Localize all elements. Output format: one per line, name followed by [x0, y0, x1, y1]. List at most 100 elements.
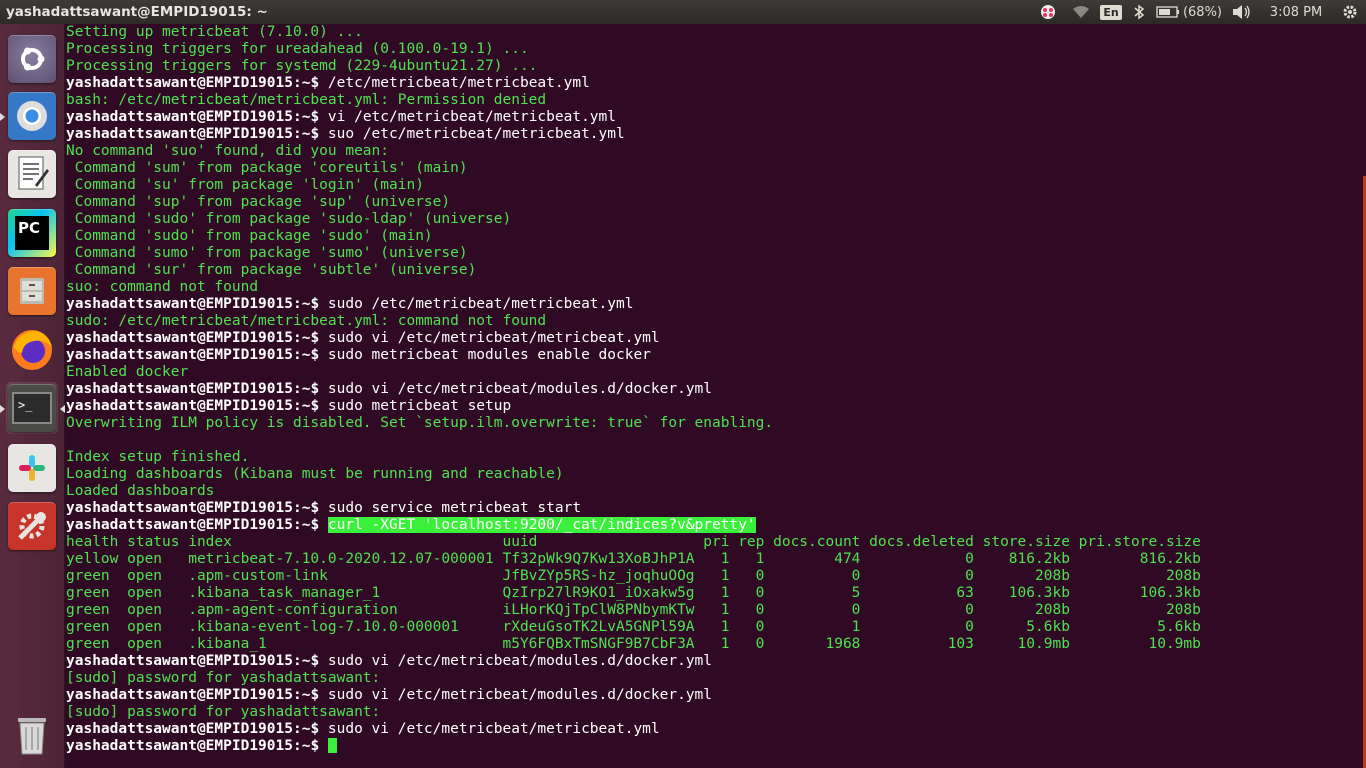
terminal-output-line: Loading dashboards (Kibana must be runni… [66, 466, 564, 482]
prompt-symbol: :~$ [292, 500, 328, 516]
launcher-slack[interactable] [6, 442, 58, 494]
terminal-output-line: Command 'sur' from package 'subtle' (uni… [66, 262, 477, 278]
battery-percent: (68%) [1182, 4, 1223, 20]
terminal-prompt-line: yashadattsawant@EMPID19015:~$ /etc/metri… [66, 75, 1201, 92]
prompt-user: yashadattsawant@EMPID19015 [66, 687, 293, 703]
command-text: sudo /etc/metricbeat/metricbeat.yml [327, 296, 634, 312]
terminal-output-line: green open .kibana_1 m5Y6FQBxTmSNGF9B7Cb… [66, 636, 1201, 652]
terminal-output-line: Command 'sudo' from package 'sudo-ldap' … [66, 211, 512, 227]
command-text: sudo vi /etc/metricbeat/metricbeat.yml [327, 330, 660, 346]
terminal-prompt-line: yashadattsawant@EMPID19015:~$ sudo metri… [66, 398, 1201, 415]
highlighted-command[interactable]: curl -XGET 'localhost:9200/_cat/indices?… [327, 517, 756, 533]
prompt-symbol: :~$ [292, 653, 328, 669]
terminal-cursor [327, 738, 337, 753]
window-title: yashadattsawant@EMPID19015: ~ [6, 4, 268, 20]
launcher-files[interactable] [6, 265, 58, 317]
battery-indicator[interactable]: (68%) [1152, 0, 1226, 24]
command-text: sudo service metricbeat start [327, 500, 582, 516]
wifi-icon[interactable] [1066, 0, 1096, 24]
launcher-terminal[interactable]: >_ [0, 382, 65, 434]
prompt-user: yashadattsawant@EMPID19015 [66, 126, 293, 142]
running-indicator [0, 113, 5, 121]
terminal-output-line: yellow open metricbeat-7.10.0-2020.12.07… [66, 551, 1201, 567]
command-text: sudo vi /etc/metricbeat/modules.d/docker… [327, 381, 713, 397]
command-text: sudo metricbeat setup [327, 398, 512, 414]
command-text: sudo vi /etc/metricbeat/modules.d/docker… [327, 687, 713, 703]
ubuntu-logo-icon [8, 35, 56, 83]
bluetooth-icon[interactable] [1126, 0, 1152, 24]
terminal-prompt-line: yashadattsawant@EMPID19015:~$ curl -XGET… [66, 517, 1201, 534]
command-text: /etc/metricbeat/metricbeat.yml [327, 75, 590, 91]
terminal-output-line: Index setup finished. [66, 449, 250, 465]
terminal-output-line: Processing triggers for systemd (229-4ub… [66, 58, 538, 74]
launcher-text-editor[interactable] [6, 148, 58, 200]
terminal-output-line: Command 'su' from package 'login' (main) [66, 177, 424, 193]
terminal-window[interactable]: Setting up metricbeat (7.10.0) ... Proces… [65, 24, 1366, 768]
terminal-output-line: suo: command not found [66, 279, 259, 295]
terminal-prompt-line: yashadattsawant@EMPID19015:~$ vi /etc/me… [66, 109, 1201, 126]
prompt-user: yashadattsawant@EMPID19015 [66, 109, 293, 125]
terminal-output-line: Loaded dashboards [66, 483, 215, 499]
prompt-user: yashadattsawant@EMPID19015 [66, 721, 293, 737]
prompt-user: yashadattsawant@EMPID19015 [66, 296, 293, 312]
terminal-output-line: Command 'sumo' from package 'sumo' (univ… [66, 245, 468, 261]
language-badge: En [1100, 4, 1122, 20]
launcher-pycharm[interactable]: PC [6, 207, 58, 259]
prompt-user: yashadattsawant@EMPID19015 [66, 347, 293, 363]
prompt-symbol: :~$ [292, 296, 328, 312]
launcher-chrome[interactable] [0, 90, 58, 142]
prompt-user: yashadattsawant@EMPID19015 [66, 330, 293, 346]
terminal-prompt-line: yashadattsawant@EMPID19015:~$ sudo metri… [66, 347, 1201, 364]
terminal-prompt-line: yashadattsawant@EMPID19015:~$ sudo /etc/… [66, 296, 1201, 313]
file-cabinet-icon [8, 267, 56, 315]
slack-icon [8, 444, 56, 492]
battery-icon [1156, 6, 1179, 18]
prompt-symbol: :~$ [292, 126, 328, 142]
keyboard-language-indicator[interactable]: En [1096, 0, 1126, 24]
terminal-output-line: No command 'suo' found, did you mean: [66, 143, 390, 159]
terminal-prompt-line: yashadattsawant@EMPID19015:~$ sudo servi… [66, 500, 1201, 517]
gear-icon[interactable] [1334, 0, 1366, 24]
firefox-icon [8, 326, 56, 374]
launcher-firefox[interactable] [6, 324, 58, 376]
launcher: PC >_ [0, 24, 65, 768]
terminal-output-line: green open .kibana-event-log-7.10.0-0000… [66, 619, 1201, 635]
pycharm-label: PC [15, 216, 49, 250]
prompt-symbol: :~$ [292, 721, 328, 737]
terminal-output-line: health status index uuid pri rep docs.co… [66, 534, 1201, 550]
terminal-prompt-line: yashadattsawant@EMPID19015:~$ sudo vi /e… [66, 721, 1201, 738]
pycharm-icon: PC [8, 209, 56, 257]
terminal-prompt-line: yashadattsawant@EMPID19015:~$ sudo vi /e… [66, 687, 1201, 704]
volume-icon[interactable] [1226, 0, 1258, 24]
terminal-output-line: green open .apm-agent-configuration iLHo… [66, 602, 1201, 618]
clock[interactable]: 3:08 PM [1258, 0, 1334, 24]
terminal-output-line: [sudo] password for yashadattsawant: [66, 704, 381, 720]
terminal-output-line: Setting up metricbeat (7.10.0) ... [66, 24, 363, 40]
terminal-output-line: Command 'sup' from package 'sup' (univer… [66, 194, 451, 210]
trash-icon [8, 711, 56, 759]
terminal-output-line: Processing triggers for ureadahead (0.10… [66, 41, 529, 57]
terminal-prompt-line: yashadattsawant@EMPID19015:~$ sudo vi /e… [66, 330, 1201, 347]
terminal-prompt-line: yashadattsawant@EMPID19015:~$ [66, 738, 1201, 755]
terminal-output-line: [sudo] password for yashadattsawant: [66, 670, 381, 686]
chrome-icon [8, 92, 56, 140]
launcher-trash[interactable] [6, 709, 58, 761]
slack-tray-icon[interactable] [1030, 0, 1066, 24]
prompt-symbol: :~$ [292, 398, 328, 414]
prompt-user: yashadattsawant@EMPID19015 [66, 738, 293, 754]
terminal-output-line: Overwriting ILM policy is disabled. Set … [66, 415, 774, 431]
launcher-system-settings[interactable] [6, 500, 58, 552]
top-panel: yashadattsawant@EMPID19015: ~ En (68%) 3… [0, 0, 1366, 24]
indicator-area: En (68%) 3:08 PM [1030, 0, 1366, 24]
prompt-user: yashadattsawant@EMPID19015 [66, 381, 293, 397]
prompt-symbol: :~$ [292, 109, 328, 125]
text-editor-icon [8, 150, 56, 198]
prompt-user: yashadattsawant@EMPID19015 [66, 517, 293, 533]
terminal-output-line: sudo: /etc/metricbeat/metricbeat.yml: co… [66, 313, 547, 329]
launcher-ubuntu-dash[interactable] [6, 33, 58, 85]
running-indicator [0, 405, 5, 413]
prompt-symbol: :~$ [292, 381, 328, 397]
terminal-output-line: green open .apm-custom-link JfBvZYp5RS-h… [66, 568, 1201, 584]
terminal-output-line: bash: /etc/metricbeat/metricbeat.yml: Pe… [66, 92, 547, 108]
